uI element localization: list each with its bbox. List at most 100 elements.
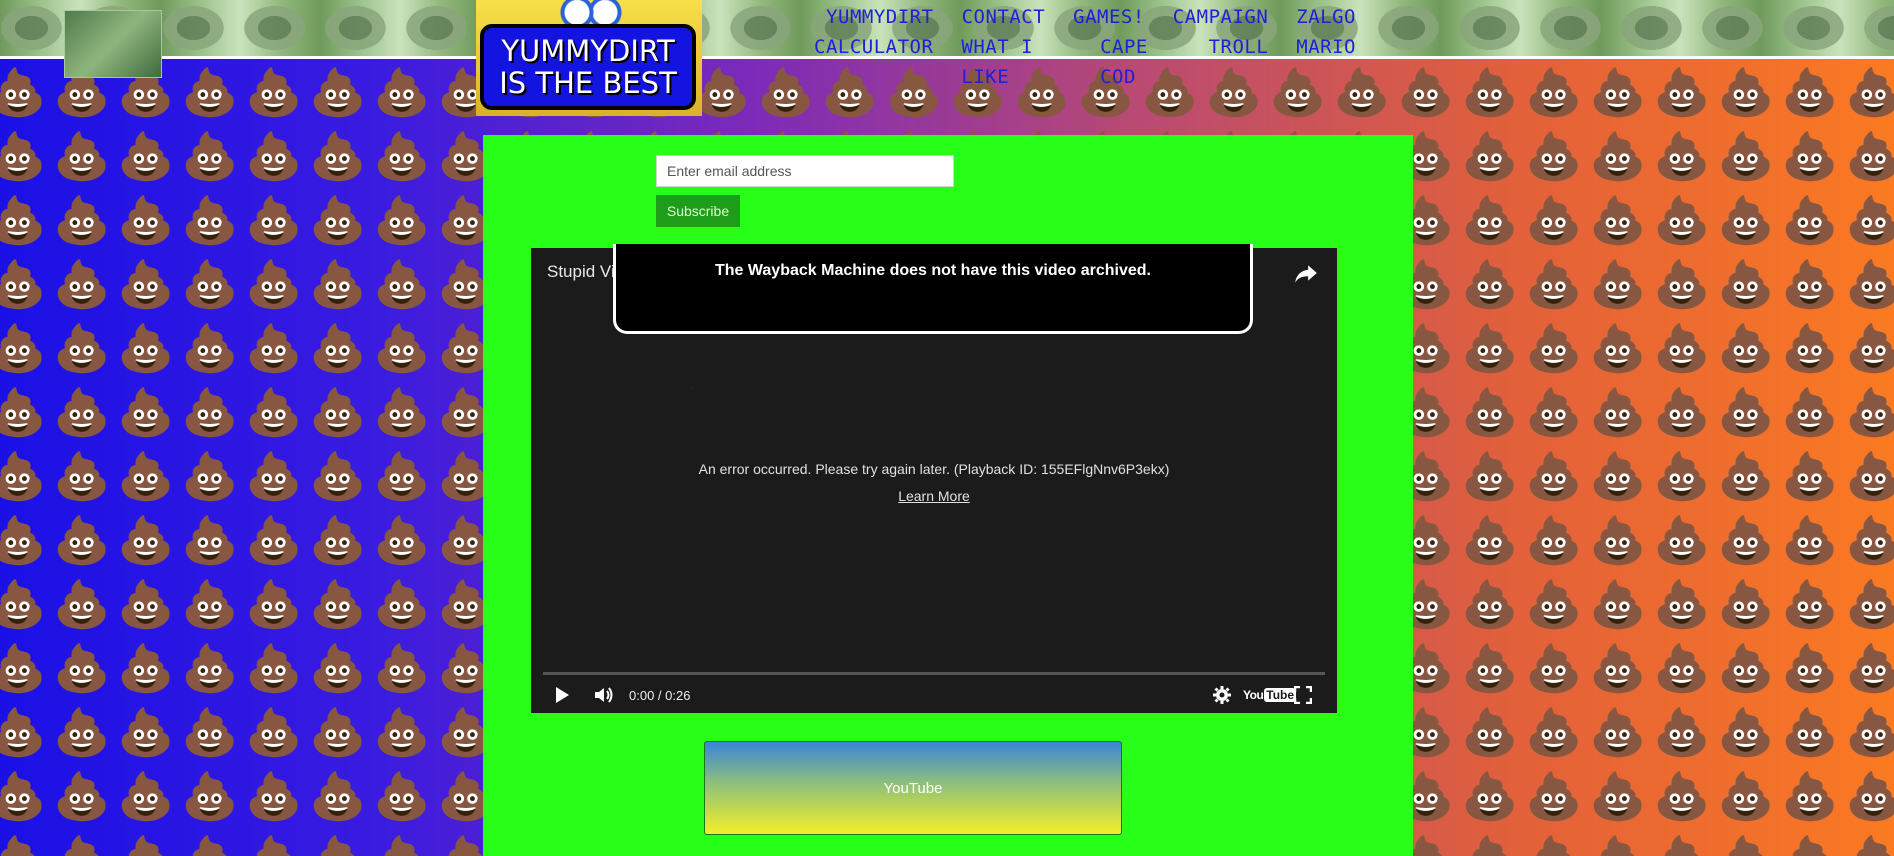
lizard-tile-icon (1458, 0, 1528, 56)
poop-emoji-icon: 💩 (309, 578, 367, 630)
poop-emoji-icon: 💩 (1717, 258, 1775, 310)
poop-emoji-icon: 💩 (1589, 66, 1647, 118)
email-field[interactable] (656, 155, 954, 187)
poop-emoji-icon: 💩 (1653, 130, 1711, 182)
poop-emoji-icon: 💩 (1525, 770, 1583, 822)
poop-emoji-icon: 💩 (1717, 322, 1775, 374)
poop-emoji-icon: 💩 (1781, 386, 1839, 438)
time-display: 0:00 / 0:26 (629, 687, 691, 703)
poop-emoji-icon: 💩 (117, 642, 175, 694)
poop-emoji-icon: 💩 (1717, 66, 1775, 118)
poop-emoji-icon: 💩 (1717, 578, 1775, 630)
poop-emoji-icon: 💩 (53, 578, 111, 630)
poop-emoji-icon: 💩 (53, 194, 111, 246)
poop-emoji-icon: 💩 (1781, 130, 1839, 182)
poop-emoji-icon: 💩 (306, 828, 370, 856)
youtube-button[interactable]: YouTube (704, 741, 1122, 835)
poop-emoji-icon: 💩 (117, 770, 175, 822)
lizard-tile-icon (1863, 0, 1894, 56)
lizard-tile-icon (405, 0, 475, 56)
poop-emoji-icon: 💩 (373, 258, 431, 310)
lizard-tile-icon (1701, 0, 1771, 56)
poop-emoji-icon: 💩 (242, 828, 306, 856)
poop-emoji-icon: 💩 (0, 828, 50, 856)
poop-emoji-icon: 💩 (1842, 828, 1894, 856)
poop-emoji-icon: 💩 (1525, 66, 1583, 118)
poop-emoji-icon: 💩 (309, 450, 367, 502)
poop-emoji-icon: 💩 (117, 194, 175, 246)
poop-emoji-icon: 💩 (1845, 578, 1894, 630)
poop-emoji-icon: 💩 (181, 514, 239, 566)
poop-emoji-icon: 💩 (245, 514, 303, 566)
poop-emoji-icon: 💩 (117, 258, 175, 310)
poop-emoji-icon: 💩 (0, 194, 47, 246)
poop-emoji-icon: 💩 (245, 450, 303, 502)
poop-emoji-icon: 💩 (309, 514, 367, 566)
volume-button[interactable] (593, 683, 615, 707)
site-logo[interactable]: YUMMYDIRT IS THE BEST (476, 0, 702, 116)
poop-emoji-icon: 💩 (1781, 578, 1839, 630)
poop-emoji-icon: 💩 (181, 770, 239, 822)
nav-link-cape-cod[interactable]: CAPE COD (1100, 32, 1181, 92)
poop-emoji-icon: 💩 (1589, 130, 1647, 182)
nav-link-games[interactable]: GAMES! (1073, 2, 1145, 32)
nav-link-yummydirt[interactable]: YUMMYDIRT (826, 2, 933, 32)
settings-button[interactable] (1212, 683, 1232, 707)
poop-emoji-icon: 💩 (1781, 642, 1839, 694)
poop-emoji-icon: 💩 (245, 642, 303, 694)
youtube-logo-button[interactable]: You Tube (1243, 683, 1297, 707)
poop-emoji-icon: 💩 (1589, 386, 1647, 438)
nav-link-contact[interactable]: CONTACT (962, 2, 1046, 32)
lizard-tile-icon (324, 0, 394, 56)
poop-emoji-icon: 💩 (1461, 322, 1519, 374)
poop-emoji-icon: 💩 (245, 66, 303, 118)
learn-more-link[interactable]: Learn More (531, 488, 1337, 504)
nav-link-campaign[interactable]: CAMPAIGN (1173, 2, 1269, 32)
play-button[interactable] (553, 683, 571, 707)
progress-bar[interactable] (543, 672, 1325, 675)
poop-emoji-icon: 💩 (373, 706, 431, 758)
poop-emoji-icon: 💩 (1525, 322, 1583, 374)
lizard-tile-icon (162, 0, 232, 56)
poop-emoji-icon: 💩 (1458, 828, 1522, 856)
poop-emoji-icon: 💩 (1653, 450, 1711, 502)
main-panel: Subscribe Stupid Video The Wayback Machi… (483, 135, 1413, 856)
poop-emoji-icon: 💩 (181, 386, 239, 438)
lizard-tile-icon (1377, 0, 1447, 56)
poop-emoji-icon: 💩 (181, 706, 239, 758)
logo-badge: YUMMYDIRT IS THE BEST (480, 24, 696, 110)
poop-emoji-icon: 💩 (309, 194, 367, 246)
nav-link-troll[interactable]: TROLL (1209, 32, 1269, 92)
poop-emoji-icon: 💩 (181, 450, 239, 502)
poop-emoji-icon: 💩 (309, 642, 367, 694)
lizard-tile-icon (0, 0, 70, 56)
nav-link-zalgo[interactable]: ZALGO (1296, 2, 1356, 32)
poop-emoji-icon: 💩 (53, 514, 111, 566)
poop-emoji-icon: 💩 (373, 450, 431, 502)
poop-emoji-icon: 💩 (309, 258, 367, 310)
nav-link-calculator[interactable]: CALCULATOR (814, 32, 933, 92)
poop-emoji-icon: 💩 (53, 258, 111, 310)
poop-emoji-icon: 💩 (1845, 258, 1894, 310)
poop-emoji-icon: 💩 (1525, 706, 1583, 758)
share-icon[interactable] (1293, 260, 1319, 286)
subscribe-button[interactable]: Subscribe (656, 195, 740, 227)
poop-emoji-icon: 💩 (1653, 194, 1711, 246)
poop-emoji-icon: 💩 (1781, 770, 1839, 822)
nav-link-what-i-like[interactable]: WHAT I LIKE (961, 32, 1072, 92)
poop-emoji-icon: 💩 (309, 706, 367, 758)
video-player[interactable]: Stupid Video The Wayback Machine does no… (531, 244, 1337, 713)
fullscreen-button[interactable] (1294, 683, 1312, 707)
poop-emoji-icon: 💩 (1717, 514, 1775, 566)
nav-link-mario[interactable]: MARIO (1296, 32, 1356, 92)
poop-emoji-icon: 💩 (117, 386, 175, 438)
poop-emoji-icon: 💩 (1845, 642, 1894, 694)
poop-emoji-icon: 💩 (1589, 770, 1647, 822)
poop-emoji-icon: 💩 (245, 130, 303, 182)
poop-emoji-icon: 💩 (245, 770, 303, 822)
poop-emoji-icon: 💩 (1650, 828, 1714, 856)
main-nav: YUMMYDIRT CONTACT GAMES! CAMPAIGN ZALGO … (800, 2, 1370, 92)
poop-emoji-icon: 💩 (1845, 194, 1894, 246)
poop-emoji-icon: 💩 (1461, 578, 1519, 630)
poop-emoji-icon: 💩 (1589, 514, 1647, 566)
